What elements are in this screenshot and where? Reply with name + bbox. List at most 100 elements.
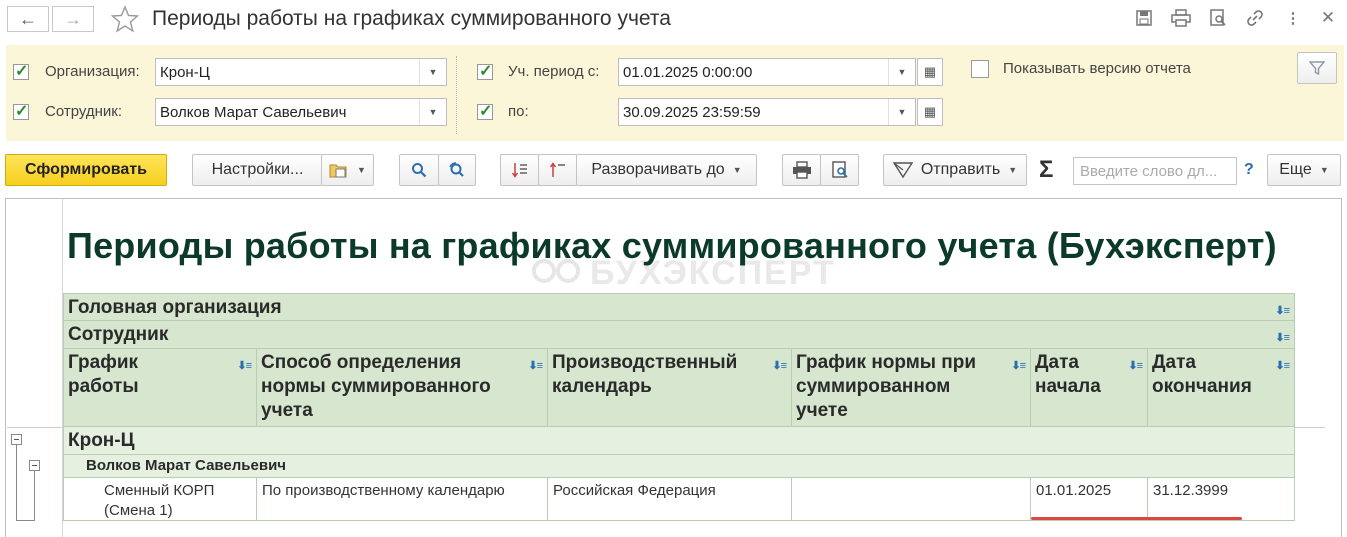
column-header-end-date[interactable]: Дата окончания ⬇≡ <box>1148 349 1295 427</box>
send-button[interactable]: Отправить ▼ <box>883 154 1027 186</box>
organization-checkbox[interactable] <box>13 61 29 81</box>
back-button[interactable]: ← <box>7 6 49 32</box>
expand-to-label: Разворачивать до <box>591 161 725 178</box>
chevron-down-icon[interactable]: ▼ <box>888 59 915 85</box>
favorite-button[interactable] <box>110 4 140 34</box>
variants-button[interactable]: ▼ <box>321 154 374 186</box>
report-preview-button[interactable] <box>820 154 859 186</box>
sort-icon[interactable]: ⬇≡ <box>237 354 252 378</box>
group-header-employee[interactable]: Сотрудник ⬇≡ <box>63 321 1295 349</box>
search-next-icon <box>449 162 464 177</box>
filter-settings-button[interactable] <box>1297 52 1337 84</box>
kebab-menu-icon: ⋮ <box>1285 10 1301 27</box>
sum-button[interactable]: Σ <box>1039 156 1053 184</box>
search-help-icon[interactable]: ? <box>1244 161 1254 179</box>
table-cell-norm-schedule[interactable] <box>792 478 1031 521</box>
chevron-down-icon: ▼ <box>1319 165 1329 175</box>
group-row-employee[interactable]: Волков Марат Савельевич <box>63 455 1295 478</box>
printer-icon <box>792 161 811 179</box>
column-header-label: График нормы при суммированном учете <box>796 352 977 421</box>
period-to-checkbox[interactable] <box>477 101 493 121</box>
column-header-label: Дата окончания <box>1152 352 1252 397</box>
report-print-button[interactable] <box>782 154 821 186</box>
sort-icon[interactable]: ⬇≡ <box>1011 354 1026 378</box>
more-actions-button[interactable]: ⋮ <box>1283 8 1303 28</box>
period-from-field[interactable]: 01.01.2025 0:00:00 ▼ ▦ <box>618 58 943 86</box>
generate-button[interactable]: Сформировать <box>5 154 167 186</box>
sort-icon[interactable]: ⬇≡ <box>1275 354 1290 378</box>
table-cell-norm-method[interactable]: По производственному календарю <box>257 478 548 521</box>
sum-icon: Σ <box>1039 156 1054 183</box>
column-header-schedule[interactable]: График работы ⬇≡ <box>63 349 257 427</box>
arrow-right-icon: → <box>64 8 82 29</box>
find-button[interactable] <box>399 154 439 186</box>
table-cell-start-date[interactable]: 01.01.2025 <box>1031 478 1148 521</box>
save-button[interactable] <box>1134 8 1154 28</box>
period-from-value: 01.01.2025 0:00:00 <box>623 64 753 81</box>
sort-icon[interactable]: ⬇≡ <box>772 354 787 378</box>
collapse-all-button[interactable] <box>538 154 577 186</box>
cell-value: Сменный КОРП (Смена 1) <box>104 482 215 519</box>
floppy-disk-icon <box>1136 10 1152 26</box>
calendar-icon[interactable]: ▦ <box>917 58 943 86</box>
collapse-employee-icon[interactable] <box>29 460 40 471</box>
star-icon <box>110 5 140 33</box>
tree-line <box>16 445 17 521</box>
settings-button[interactable]: Настройки... <box>192 154 322 186</box>
find-next-button[interactable] <box>438 154 476 186</box>
search-input[interactable] <box>1078 162 1232 181</box>
period-from-checkbox[interactable] <box>477 61 493 81</box>
show-version-checkbox[interactable] <box>971 60 989 78</box>
table-cell-calendar[interactable]: Российская Федерация <box>548 478 792 521</box>
expand-all-button[interactable] <box>500 154 539 186</box>
tree-line <box>34 471 35 521</box>
organization-value: Крон-Ц <box>160 64 210 81</box>
print-preview-icon <box>1210 9 1226 26</box>
table-cell-end-date[interactable]: 31.12.3999 <box>1148 478 1295 521</box>
calendar-icon[interactable]: ▦ <box>917 98 943 126</box>
sort-icon[interactable]: ⬇≡ <box>1128 354 1143 378</box>
chevron-down-icon[interactable]: ▼ <box>888 99 915 125</box>
sort-icon[interactable]: ⬇≡ <box>528 354 543 378</box>
chevron-down-icon[interactable]: ▼ <box>419 99 446 125</box>
column-header-norm-method[interactable]: Способ определения нормы суммированного … <box>257 349 548 427</box>
employee-label: Сотрудник: <box>45 103 123 120</box>
forward-button[interactable]: → <box>52 6 94 32</box>
send-label: Отправить <box>920 161 1001 178</box>
more-button[interactable]: Еще ▼ <box>1267 154 1341 186</box>
group-row-label: Волков Марат Савельевич <box>86 457 287 474</box>
expand-to-button[interactable]: Разворачивать до ▼ <box>576 154 757 186</box>
close-button[interactable]: ✕ <box>1318 8 1338 28</box>
search-field[interactable] <box>1073 157 1237 185</box>
link-button[interactable] <box>1245 8 1265 28</box>
chevron-down-icon[interactable]: ▼ <box>419 59 446 85</box>
sort-icon[interactable]: ⬇≡ <box>1275 326 1290 350</box>
group-row-organization[interactable]: Крон-Ц <box>63 427 1295 455</box>
column-header-start-date[interactable]: Дата начала ⬇≡ <box>1031 349 1148 427</box>
collapse-group-icon[interactable] <box>11 434 22 445</box>
group-header-organization[interactable]: Головная организация ⬇≡ <box>63 293 1295 321</box>
print-preview-icon <box>831 161 848 178</box>
employee-value: Волков Марат Савельевич <box>160 104 347 121</box>
print-preview-button[interactable] <box>1208 8 1228 28</box>
filter-divider <box>456 56 457 134</box>
arrow-left-icon: ← <box>19 8 37 29</box>
sort-icon[interactable]: ⬇≡ <box>1275 299 1290 323</box>
employee-field[interactable]: Волков Марат Савельевич ▼ <box>155 98 447 126</box>
column-header-label: Способ определения нормы суммированного … <box>261 352 491 421</box>
search-icon <box>412 163 427 178</box>
organization-field[interactable]: Крон-Ц ▼ <box>155 58 447 86</box>
tree-line <box>16 520 35 521</box>
cell-value: 31.12.3999 <box>1153 482 1229 499</box>
expand-groups-icon <box>511 163 527 178</box>
print-button[interactable] <box>1171 8 1191 28</box>
column-header-norm-schedule[interactable]: График нормы при суммированном учете ⬇≡ <box>792 349 1031 427</box>
employee-checkbox[interactable] <box>13 101 29 121</box>
table-cell-schedule[interactable]: Сменный КОРП (Смена 1) <box>63 478 257 521</box>
column-header-calendar[interactable]: Производственный календарь ⬇≡ <box>548 349 792 427</box>
show-version-label: Показывать версию отчета <box>1003 60 1191 77</box>
period-to-field[interactable]: 30.09.2025 23:59:59 ▼ ▦ <box>618 98 943 126</box>
funnel-icon <box>1309 61 1325 76</box>
group-header-label: Головная организация <box>68 297 282 318</box>
cell-value: Российская Федерация <box>553 482 716 499</box>
